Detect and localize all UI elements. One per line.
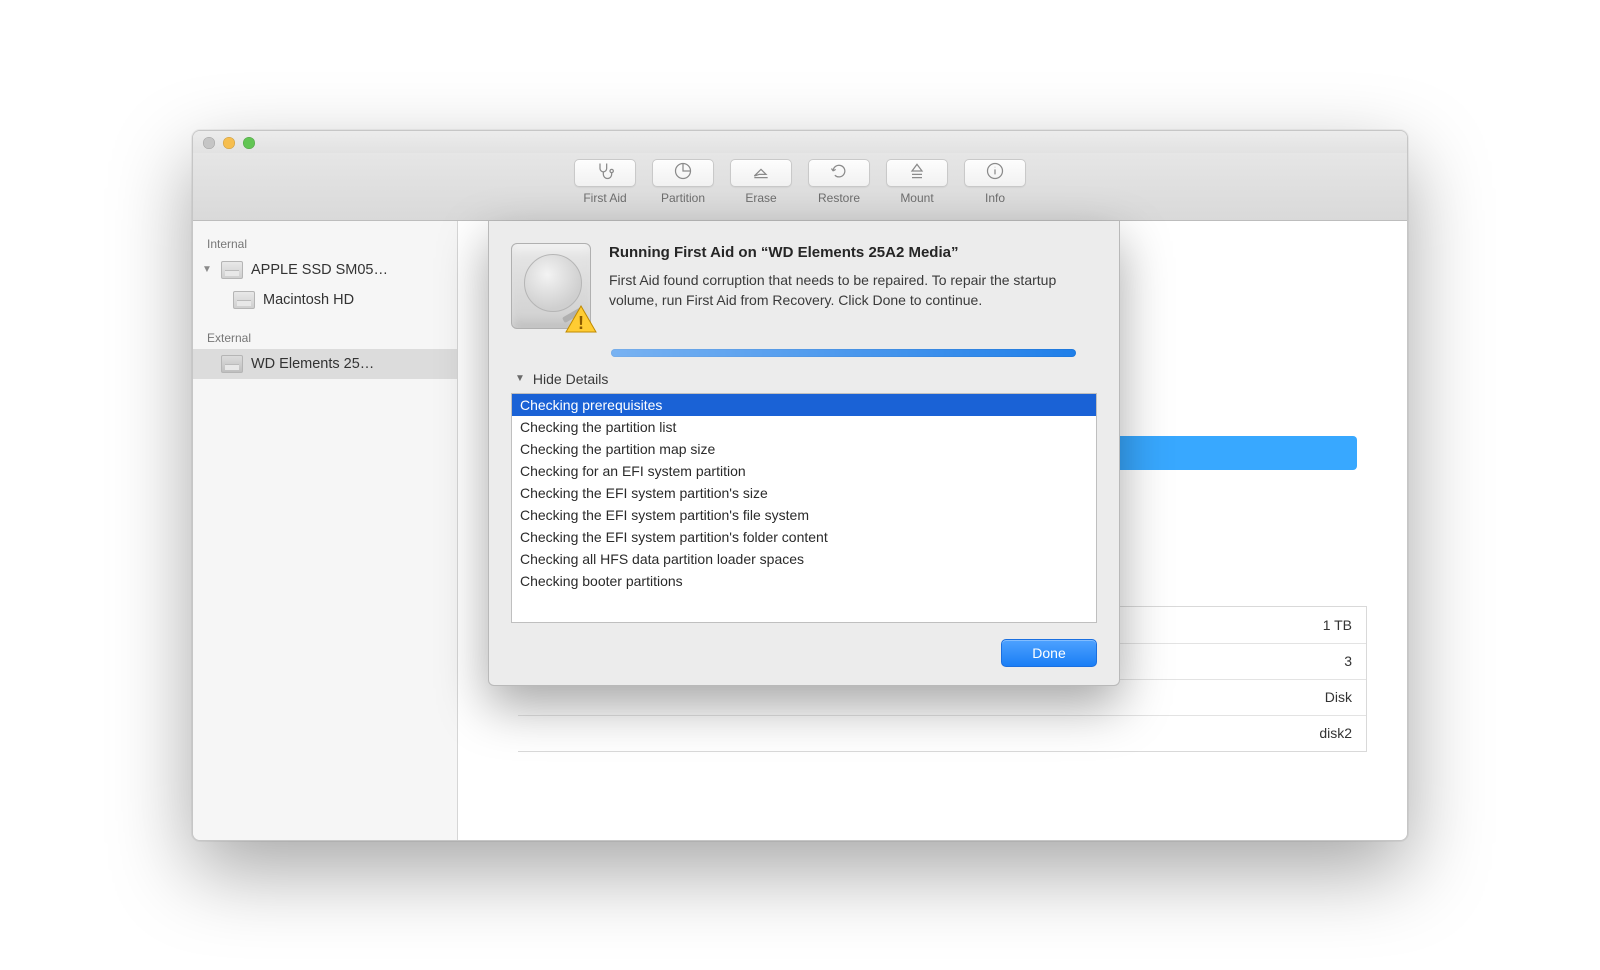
toolbar-item-label: Partition — [661, 191, 705, 205]
log-line[interactable]: Checking the EFI system partition's fold… — [512, 526, 1096, 548]
info-value: disk2 — [518, 716, 1366, 751]
first-aid-progress-bar — [611, 349, 1076, 357]
sheet-message: First Aid found corruption that needs to… — [609, 270, 1097, 311]
sidebar-item-label: Macintosh HD — [263, 292, 457, 308]
log-line[interactable]: Checking for an EFI system partition — [512, 460, 1096, 482]
toolbar-info[interactable]: Info — [960, 159, 1030, 205]
sidebar: Internal ▼ APPLE SSD SM05… Macintosh HD … — [193, 221, 458, 840]
log-line[interactable]: Checking the EFI system partition's size — [512, 482, 1096, 504]
sidebar-item-volume[interactable]: Macintosh HD — [193, 285, 457, 315]
toolbar-restore[interactable]: Restore — [804, 159, 874, 205]
sidebar-item-label: APPLE SSD SM05… — [251, 262, 457, 278]
info-icon — [985, 161, 1005, 184]
warning-badge-icon: ! — [564, 304, 598, 334]
disk-icon — [233, 291, 255, 309]
erase-icon — [751, 161, 771, 184]
window-zoom-button[interactable] — [243, 137, 255, 149]
external-disk-icon — [221, 355, 243, 373]
stethoscope-icon — [595, 161, 615, 184]
mount-icon — [907, 161, 927, 184]
disk-icon — [221, 261, 243, 279]
toolbar-partition[interactable]: Partition — [648, 159, 718, 205]
sheet-title: Running First Aid on “WD Elements 25A2 M… — [609, 243, 1097, 263]
toolbar-item-label: First Aid — [583, 191, 626, 205]
details-toggle-label: Hide Details — [533, 371, 608, 387]
log-line[interactable]: Checking the partition map size — [512, 438, 1096, 460]
toolbar-item-label: Mount — [900, 191, 933, 205]
log-line[interactable]: Checking booter partitions — [512, 570, 1096, 592]
toolbar-item-label: Erase — [745, 191, 776, 205]
window-minimize-button[interactable] — [223, 137, 235, 149]
chevron-down-icon[interactable]: ▼ — [201, 264, 213, 275]
pie-icon — [673, 161, 693, 184]
window-traffic-lights — [203, 137, 255, 149]
table-row: disk2 — [518, 715, 1366, 751]
sheet-text: Running First Aid on “WD Elements 25A2 M… — [609, 243, 1097, 329]
toolbar-first-aid[interactable]: First Aid — [570, 159, 640, 205]
toolbar-mount[interactable]: Mount — [882, 159, 952, 205]
sidebar-section-external: External — [193, 325, 457, 349]
toolbar-item-label: Info — [985, 191, 1005, 205]
hard-drive-icon: ! — [511, 243, 591, 329]
first-aid-sheet: ! Running First Aid on “WD Elements 25A2… — [488, 221, 1120, 686]
chevron-down-icon: ▼ — [515, 373, 525, 384]
toolbar-item-label: Restore — [818, 191, 860, 205]
sidebar-item-internal-disk[interactable]: ▼ APPLE SSD SM05… — [193, 255, 457, 285]
sidebar-section-internal: Internal — [193, 231, 457, 255]
done-button[interactable]: Done — [1001, 639, 1097, 667]
toolbar-erase[interactable]: Erase — [726, 159, 796, 205]
titlebar — [193, 131, 1407, 153]
log-line[interactable]: Checking the EFI system partition's file… — [512, 504, 1096, 526]
details-toggle[interactable]: ▼ Hide Details — [515, 371, 1097, 387]
svg-text:!: ! — [578, 313, 584, 333]
toolbar-buttons: First Aid Partition Erase Restore — [570, 159, 1030, 205]
sidebar-item-label: WD Elements 25… — [251, 356, 457, 372]
log-line[interactable]: Checking the partition list — [512, 416, 1096, 438]
sidebar-item-external-disk[interactable]: WD Elements 25… — [193, 349, 457, 379]
log-line[interactable]: Checking prerequisites — [512, 394, 1096, 416]
window-close-button[interactable] — [203, 137, 215, 149]
log-line[interactable]: Checking all HFS data partition loader s… — [512, 548, 1096, 570]
restore-icon — [829, 161, 849, 184]
disk-utility-window: Disk Utility First Aid Partition Erase — [192, 130, 1408, 841]
first-aid-log[interactable]: Checking prerequisites Checking the part… — [511, 393, 1097, 623]
